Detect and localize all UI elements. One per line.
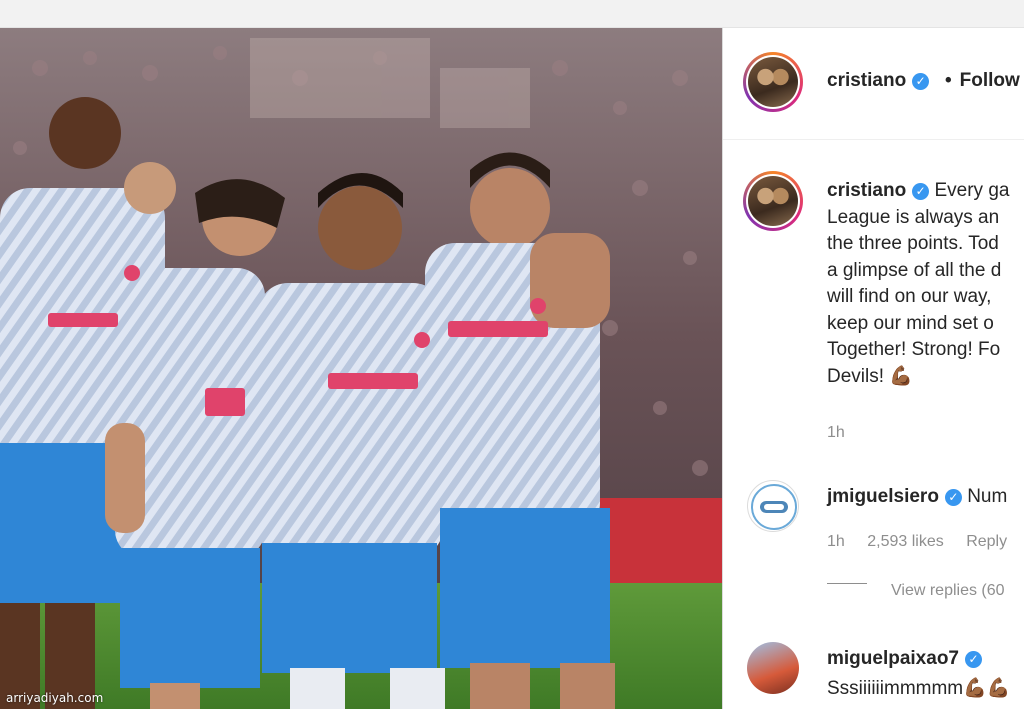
- comment-likes[interactable]: 2,593 likes: [867, 533, 944, 550]
- verified-badge-icon: ✓: [944, 489, 962, 506]
- verified-badge-icon: ✓: [965, 651, 982, 668]
- comment-text: Num: [967, 486, 1008, 507]
- caption-line: a glimpse of all the d: [827, 259, 1002, 281]
- comment-reply-button[interactable]: Reply: [966, 533, 1007, 550]
- verified-badge-icon: ✓: [912, 183, 930, 200]
- caption-author-avatar[interactable]: [743, 171, 803, 231]
- comment-text: Sssiiiiiimmmmm: [827, 678, 964, 699]
- author-username-text[interactable]: cristiano: [827, 70, 906, 91]
- photo-watermark: arriyadiyah.com: [6, 691, 104, 705]
- caption-line: League is always an: [827, 206, 1000, 228]
- commenter-avatar[interactable]: [747, 642, 799, 694]
- caption-line: keep our mind set o: [827, 312, 994, 334]
- comment-body: Sssiiiiiimmmmm💪🏾💪🏾: [827, 676, 1010, 700]
- comment-username[interactable]: jmiguelsiero: [827, 486, 939, 507]
- caption-line: Devils!: [827, 365, 885, 387]
- follow-button[interactable]: • Follow: [945, 70, 1020, 92]
- caption-time[interactable]: 1h: [827, 424, 845, 441]
- comment-text-row: miguelpaixao7 ✓: [827, 648, 982, 670]
- author-username[interactable]: cristiano ✓: [827, 70, 930, 92]
- post-photo[interactable]: arriyadiyah.com: [0, 28, 722, 709]
- post-header: cristiano ✓ • Follow: [723, 28, 1024, 140]
- commenter-avatar[interactable]: [747, 480, 799, 532]
- caption-line: Together! Strong! Fo: [827, 339, 1001, 360]
- caption-line: will find on our way,: [827, 286, 992, 307]
- comment-text-row: jmiguelsiero ✓ Num: [827, 486, 1007, 508]
- caption-line: Every ga: [934, 180, 1010, 201]
- football-celebration-image: [0, 28, 722, 709]
- browser-top-strip: [0, 0, 1024, 28]
- post-side-panel: cristiano ✓ • Follow cristiano ✓ Every ga L…: [722, 28, 1024, 709]
- caption-timestamp[interactable]: 1h: [827, 424, 863, 442]
- author-avatar[interactable]: [743, 52, 803, 112]
- caption-username[interactable]: cristiano: [827, 180, 906, 201]
- comment-time[interactable]: 1h: [827, 533, 845, 550]
- comment-username[interactable]: miguelpaixao7: [827, 648, 959, 669]
- post-caption: cristiano ✓ Every ga League is always an …: [827, 178, 1024, 390]
- flexed-biceps-icon: 💪🏾💪🏾: [963, 678, 1011, 699]
- verified-badge-icon: ✓: [912, 73, 930, 90]
- caption-line: the three points. Tod: [827, 233, 999, 254]
- comment-meta: 1h 2,593 likes Reply: [827, 533, 1024, 551]
- separator-dot: •: [945, 70, 952, 91]
- replies-divider: [827, 583, 867, 584]
- view-replies-button[interactable]: View replies (60: [891, 582, 1005, 600]
- flexed-biceps-icon: 💪🏾: [889, 365, 913, 387]
- follow-label[interactable]: Follow: [960, 70, 1020, 91]
